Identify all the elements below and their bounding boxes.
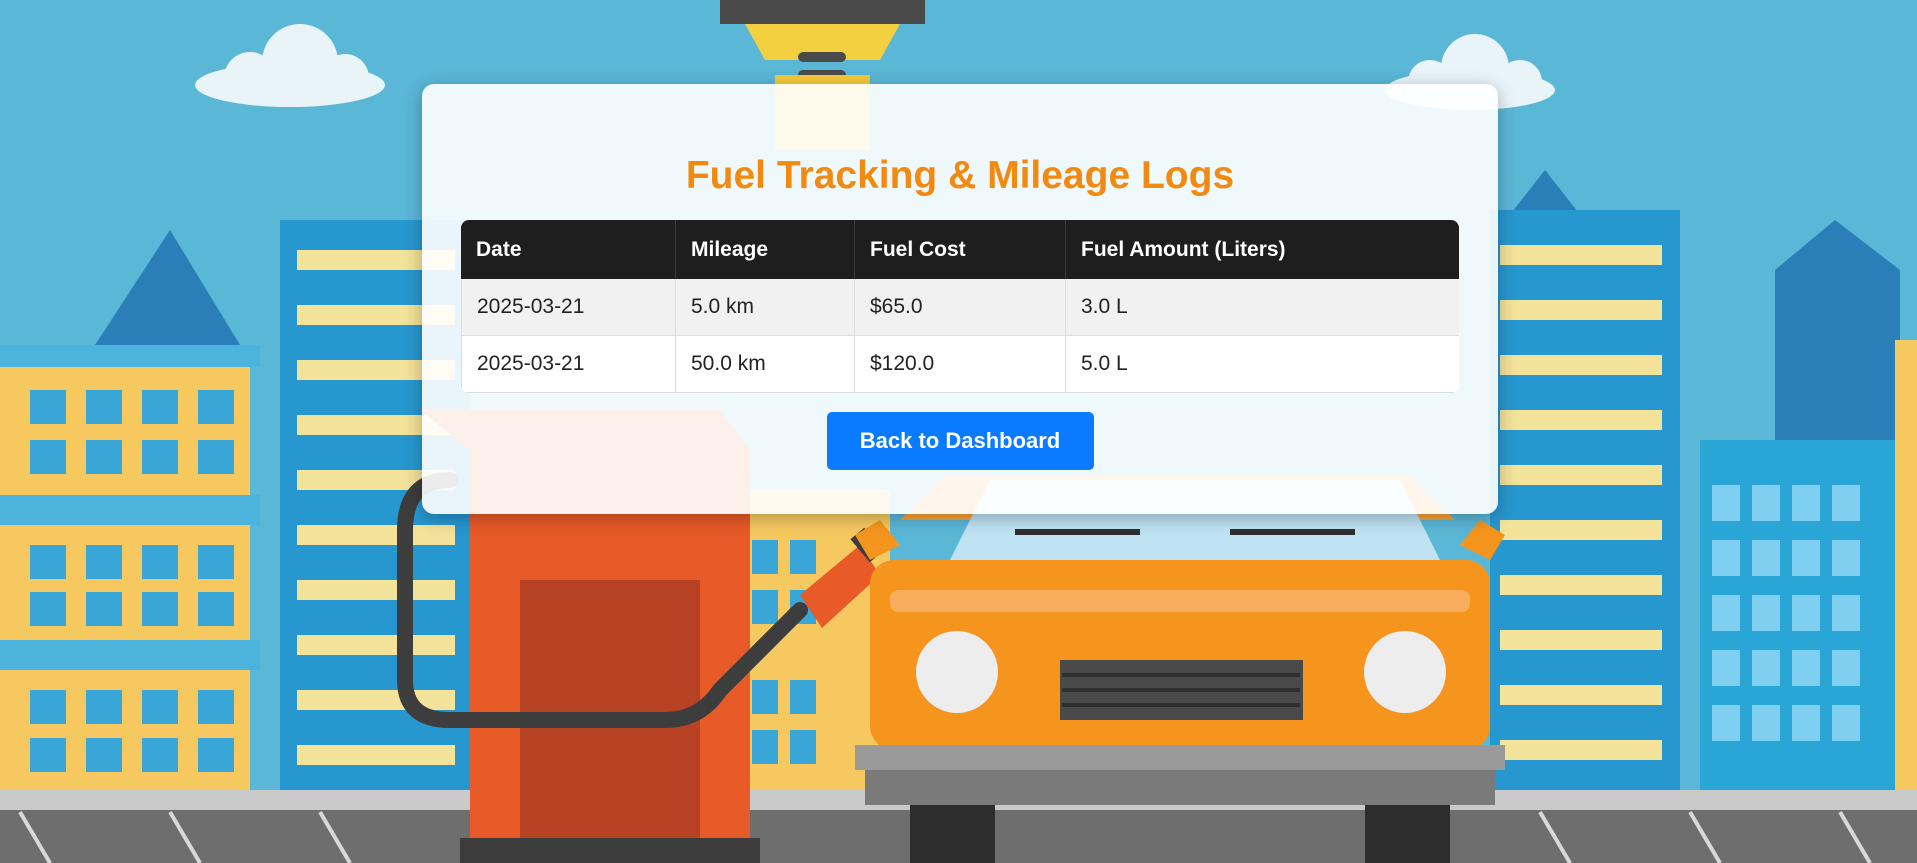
actions: Back to Dashboard xyxy=(461,412,1459,470)
cell-date: 2025-03-21 xyxy=(461,336,676,393)
back-to-dashboard-button[interactable]: Back to Dashboard xyxy=(826,412,1094,470)
cell-fuel-cost: $120.0 xyxy=(855,336,1066,393)
cell-mileage: 50.0 km xyxy=(676,336,855,393)
column-header-mileage: Mileage xyxy=(676,220,855,279)
column-header-date: Date xyxy=(461,220,676,279)
cell-date: 2025-03-21 xyxy=(461,279,676,336)
logs-card: Fuel Tracking & Mileage Logs Date Mileag… xyxy=(422,84,1498,514)
table-row: 2025-03-21 50.0 km $120.0 5.0 L xyxy=(461,336,1459,393)
cell-fuel-amount: 5.0 L xyxy=(1066,336,1459,393)
table-row: 2025-03-21 5.0 km $65.0 3.0 L xyxy=(461,279,1459,336)
column-header-fuel-cost: Fuel Cost xyxy=(855,220,1066,279)
fuel-log-table: Date Mileage Fuel Cost Fuel Amount (Lite… xyxy=(461,220,1459,393)
page-title: Fuel Tracking & Mileage Logs xyxy=(685,154,1235,197)
column-header-fuel-amount: Fuel Amount (Liters) xyxy=(1066,220,1459,279)
cell-fuel-amount: 3.0 L xyxy=(1066,279,1459,336)
cell-fuel-cost: $65.0 xyxy=(855,279,1066,336)
cell-mileage: 5.0 km xyxy=(676,279,855,336)
table-header-row: Date Mileage Fuel Cost Fuel Amount (Lite… xyxy=(461,220,1459,279)
